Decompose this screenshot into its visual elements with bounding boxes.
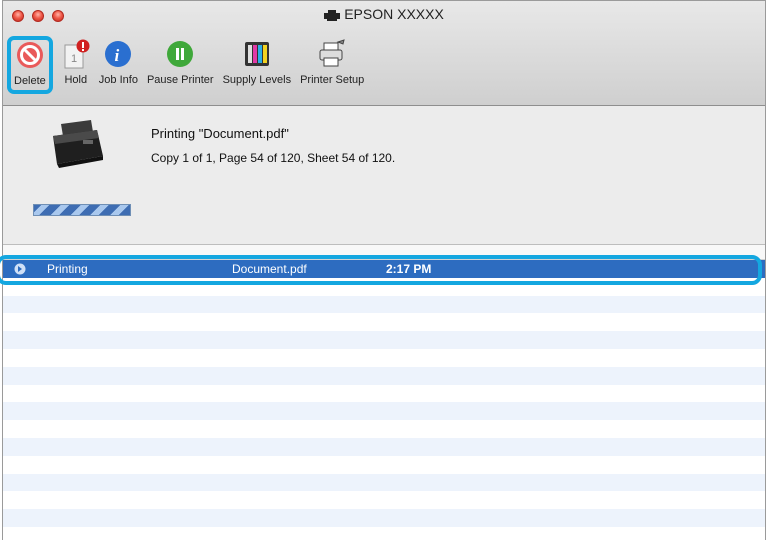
empty-row xyxy=(3,420,765,438)
svg-text:i: i xyxy=(115,46,120,65)
empty-row xyxy=(3,331,765,349)
print-queue-window: EPSON XXXXX Delete 1 Hold i Job Info Pau… xyxy=(2,0,766,540)
printer-title-icon xyxy=(324,10,341,21)
table-row[interactable]: Printing Document.pdf 2:17 PM xyxy=(3,260,765,278)
job-time-cell: 2:17 PM xyxy=(386,262,432,276)
empty-row xyxy=(3,473,765,492)
hold-icon: 1 xyxy=(62,39,90,69)
job-status-panel: Printing "Document.pdf" Copy 1 of 1, Pag… xyxy=(3,106,765,244)
hold-label: Hold xyxy=(64,74,88,86)
hold-button[interactable]: 1 Hold xyxy=(62,39,90,86)
svg-text:1: 1 xyxy=(71,53,77,65)
arrow-right-circle-icon xyxy=(14,263,26,275)
empty-row xyxy=(3,349,765,367)
empty-row xyxy=(3,278,765,296)
delete-icon xyxy=(16,40,44,70)
delete-button[interactable]: Delete xyxy=(7,36,53,94)
job-name-cell: Document.pdf xyxy=(232,262,307,276)
empty-row xyxy=(3,313,765,331)
job-info-button[interactable]: i Job Info xyxy=(99,39,138,86)
empty-row xyxy=(3,491,765,509)
toolbar: Delete 1 Hold i Job Info Pause Printer S… xyxy=(7,36,373,99)
job-progress-detail: Copy 1 of 1, Page 54 of 120, Sheet 54 of… xyxy=(151,151,396,165)
job-status-cell: Printing xyxy=(47,262,88,276)
empty-row xyxy=(3,402,765,421)
progress-bar xyxy=(33,204,131,216)
empty-row xyxy=(3,366,765,385)
printer-setup-button[interactable]: Printer Setup xyxy=(300,39,364,86)
job-list-header xyxy=(3,245,765,260)
job-title: Printing "Document.pdf" xyxy=(151,126,289,141)
window-title: EPSON XXXXX xyxy=(344,6,444,22)
ink-levels-icon xyxy=(243,39,271,69)
empty-row xyxy=(3,527,765,540)
empty-row xyxy=(3,295,765,314)
pause-printer-button[interactable]: Pause Printer xyxy=(147,39,214,86)
empty-row xyxy=(3,437,765,456)
supply-levels-label: Supply Levels xyxy=(222,74,292,86)
delete-label: Delete xyxy=(14,75,46,87)
pause-icon xyxy=(166,39,194,69)
job-list: Printing Document.pdf 2:17 PM xyxy=(3,244,765,540)
printer-setup-icon xyxy=(317,39,347,69)
window-title-area: EPSON XXXXX xyxy=(3,6,765,22)
info-icon: i xyxy=(104,39,132,69)
supply-levels-button[interactable]: Supply Levels xyxy=(222,39,292,86)
printer-image-icon xyxy=(53,120,103,168)
empty-row xyxy=(3,509,765,527)
pause-printer-label: Pause Printer xyxy=(146,74,214,86)
empty-row xyxy=(3,385,765,403)
titlebar: EPSON XXXXX Delete 1 Hold i Job Info Pau… xyxy=(3,1,765,106)
empty-row xyxy=(3,456,765,474)
printer-setup-label: Printer Setup xyxy=(300,74,365,86)
job-info-label: Job Info xyxy=(98,74,138,86)
